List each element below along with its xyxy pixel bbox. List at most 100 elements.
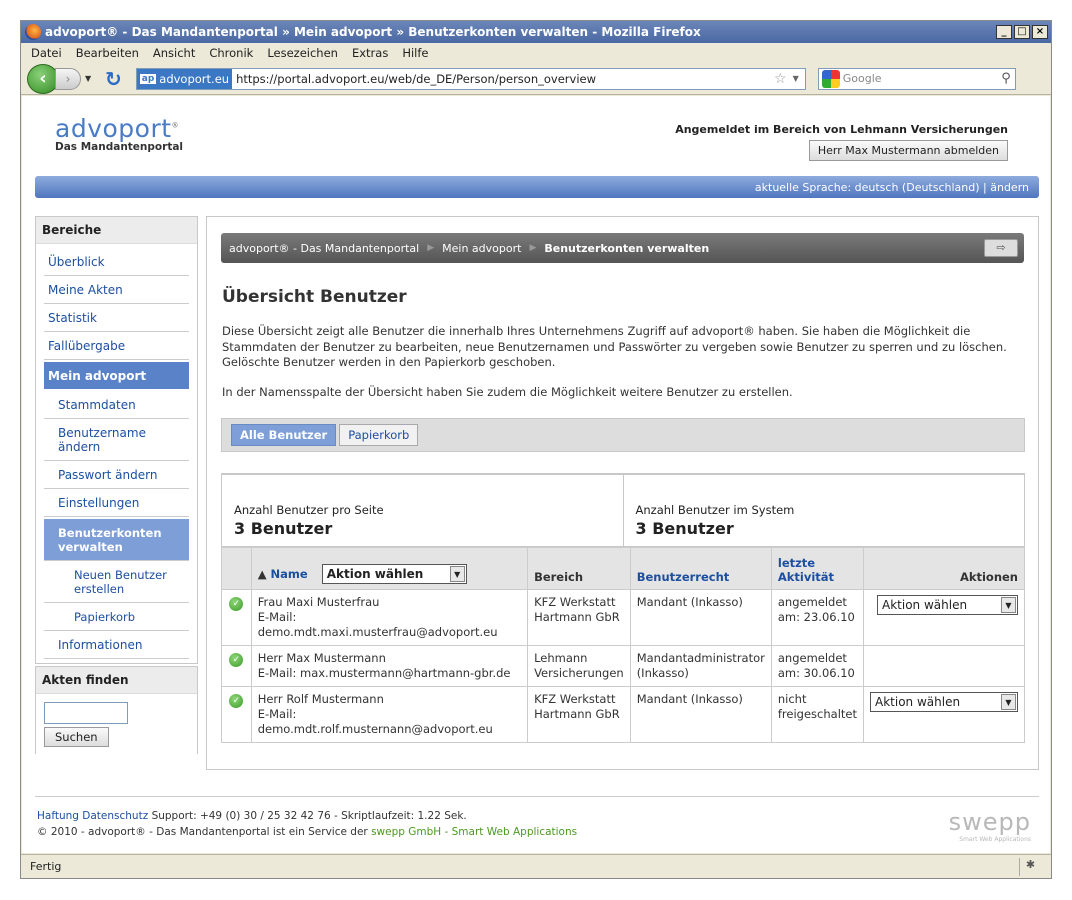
close-button[interactable]: ×: [1032, 25, 1048, 39]
row-action-select[interactable]: Aktion wählen ▼: [877, 595, 1018, 615]
sidebar-akten-finden: Akten finden Suchen: [35, 666, 198, 754]
sidebar-item-neuen-benutzer-erstellen[interactable]: Neuen Benutzer erstellen: [44, 561, 189, 603]
page-content: advoport® Das Mandantenportal Angemeldet…: [22, 96, 1050, 853]
menu-datei[interactable]: Datei: [31, 46, 62, 60]
user-name[interactable]: Herr Max Mustermann: [258, 651, 521, 666]
export-icon[interactable]: ⇨: [984, 239, 1018, 257]
sidebar-item-informationen[interactable]: Informationen: [44, 631, 189, 659]
table-row: ✓ Herr Max Mustermann E-Mail: max.musterm…: [221, 645, 1025, 687]
row-action-value: Aktion wählen: [875, 694, 961, 709]
forward-button[interactable]: ›: [55, 67, 81, 90]
user-bereich: Lehmann: [534, 651, 588, 665]
history-dropdown-icon[interactable]: ▼: [85, 74, 97, 83]
aktivitaet-sort-link-2[interactable]: Aktivität: [778, 570, 857, 584]
user-email: E-Mail: demo.mdt.rolf.musternann@advopor…: [257, 707, 493, 736]
reload-icon[interactable]: ↻: [105, 67, 122, 91]
breadcrumb: advoport® - Das Mandantenportal ▶ Mein a…: [221, 233, 1024, 263]
advoport-logo[interactable]: advoport® Das Mandantenportal: [55, 114, 183, 153]
sidebar-item-benutzerkonten-verwalten[interactable]: Benutzerkonten verwalten: [44, 519, 189, 561]
user-name[interactable]: Herr Rolf Mustermann: [258, 692, 521, 707]
swepp-logo-sub: Smart Web Applications: [959, 836, 1031, 843]
support-text: Support: +49 (0) 30 / 25 32 42 76 - Skri…: [151, 810, 467, 822]
benutzerrecht-sort-link[interactable]: Benutzerrecht: [637, 570, 730, 584]
bulk-action-value: Aktion wählen: [326, 567, 424, 581]
sidebar-title: Bereiche: [36, 217, 197, 244]
sidebar-item-passwort-aendern[interactable]: Passwort ändern: [44, 461, 189, 489]
sidebar-item-papierkorb[interactable]: Papierkorb: [44, 603, 189, 631]
name-column-header: ▲ Name Aktion wählen ▼: [250, 547, 529, 590]
menu-ansicht[interactable]: Ansicht: [153, 46, 195, 60]
aktivitaet-sort-link-1[interactable]: letzte: [778, 556, 857, 570]
url-text[interactable]: https://portal.advoport.eu/web/de_DE/Per…: [236, 72, 596, 86]
user-bereich-2: Hartmann GbR: [534, 610, 620, 624]
sidebar-item-mein-advoport[interactable]: Mein advoport: [44, 362, 189, 389]
sidebar-item-einstellungen[interactable]: Einstellungen: [44, 489, 189, 517]
search-box[interactable]: Google ⚲: [817, 67, 1016, 90]
sidebar-item-statistik[interactable]: Statistik: [44, 304, 189, 332]
firefox-icon: [25, 24, 41, 40]
google-icon[interactable]: [821, 69, 840, 88]
user-recht: Mandant (Inkasso): [629, 686, 772, 743]
stat-label: Anzahl Benutzer im System: [635, 503, 795, 517]
user-recht: Mandantadministrator (Inkasso): [629, 645, 772, 687]
status-ok-icon: ✓: [229, 653, 244, 667]
addon-status-icon[interactable]: ✱: [1019, 857, 1041, 876]
description-paragraph-1: Diese Übersicht zeigt alle Benutzer die …: [222, 324, 1007, 369]
language-link[interactable]: aktuelle Sprache: deutsch (Deutschland) …: [755, 181, 1029, 194]
name-sort-link[interactable]: Name: [271, 567, 308, 581]
url-dropdown-icon[interactable]: ▼: [793, 74, 799, 83]
haftung-link[interactable]: Haftung: [37, 810, 79, 822]
user-activity-2: freigeschaltet: [777, 707, 857, 721]
datenschutz-link[interactable]: Datenschutz: [82, 810, 148, 822]
site-identity-button[interactable]: ap advoport.eu: [136, 68, 233, 89]
menu-bearbeiten[interactable]: Bearbeiten: [76, 46, 139, 60]
stat-value: 3 Benutzer: [234, 519, 333, 538]
sidebar-item-meine-akten[interactable]: Meine Akten: [44, 276, 189, 304]
search-placeholder[interactable]: Google: [843, 72, 882, 85]
menu-hilfe[interactable]: Hilfe: [402, 46, 428, 60]
sidebar-item-falluebergabe[interactable]: Fallübergabe: [44, 332, 189, 360]
sidebar-item-ueberblick[interactable]: Überblick: [44, 248, 189, 276]
swepp-link[interactable]: swepp GmbH - Smart Web Applications: [371, 826, 577, 838]
tab-alle-benutzer[interactable]: Alle Benutzer: [231, 424, 337, 446]
menu-chronik[interactable]: Chronik: [209, 46, 253, 60]
table-row: ✓ Frau Maxi Musterfrau E-Mail: demo.mdt.m…: [221, 589, 1025, 646]
menu-extras[interactable]: Extras: [352, 46, 388, 60]
breadcrumb-mein-advoport[interactable]: Mein advoport: [442, 242, 521, 255]
chevron-down-icon: ▼: [1001, 597, 1016, 613]
user-bereich: KFZ Werkstatt: [534, 692, 616, 706]
footer-divider: [35, 796, 1039, 797]
page-footer: Haftung Datenschutz Support: +49 (0) 30 …: [37, 808, 577, 840]
site-identity-label: advoport.eu: [159, 71, 230, 86]
bookmark-star-icon[interactable]: ☆: [774, 71, 787, 87]
user-bereich: KFZ Werkstatt: [534, 595, 616, 609]
akten-search-input[interactable]: [44, 702, 128, 724]
status-ok-icon: ✓: [229, 694, 244, 708]
url-bar[interactable]: ap advoport.eu https://portal.advoport.eu…: [135, 67, 806, 90]
bulk-action-select[interactable]: Aktion wählen ▼: [321, 564, 467, 584]
page-description: Diese Übersicht zeigt alle Benutzer die …: [222, 324, 1027, 414]
minimize-button[interactable]: _: [996, 25, 1012, 39]
user-name[interactable]: Frau Maxi Musterfrau: [258, 595, 521, 610]
suchen-button[interactable]: Suchen: [44, 727, 109, 747]
status-bar: Fertig ✱: [21, 854, 1051, 878]
search-icon[interactable]: ⚲: [1001, 71, 1011, 86]
tab-papierkorb[interactable]: Papierkorb: [339, 424, 419, 446]
user-activity: angemeldet: [777, 651, 847, 665]
aktivitaet-column-header: letzte Aktivität: [770, 547, 865, 590]
benutzerrecht-column-header: Benutzerrecht: [629, 547, 772, 590]
user-activity: nicht: [777, 692, 807, 706]
sidebar-item-stammdaten[interactable]: Stammdaten: [44, 391, 189, 419]
main-panel: advoport® - Das Mandantenportal ▶ Mein a…: [206, 216, 1039, 770]
maximize-button[interactable]: □: [1014, 25, 1030, 39]
chevron-down-icon: ▼: [449, 566, 465, 582]
menu-lesezeichen[interactable]: Lesezeichen: [267, 46, 338, 60]
sidebar-item-benutzername-aendern[interactable]: Benutzername ändern: [44, 419, 189, 461]
user-email: E-Mail: max.mustermann@hartmann-gbr.de: [257, 666, 511, 680]
breadcrumb-home[interactable]: advoport® - Das Mandantenportal: [229, 242, 419, 255]
sidebar-bereiche: Bereiche Überblick Meine Akten Statistik…: [35, 216, 198, 664]
status-text: Fertig: [30, 860, 62, 873]
logout-button[interactable]: Herr Max Mustermann abmelden: [808, 140, 1008, 161]
row-action-select[interactable]: Aktion wählen ▼: [870, 692, 1018, 712]
user-bereich-2: Versicherungen: [534, 666, 624, 680]
